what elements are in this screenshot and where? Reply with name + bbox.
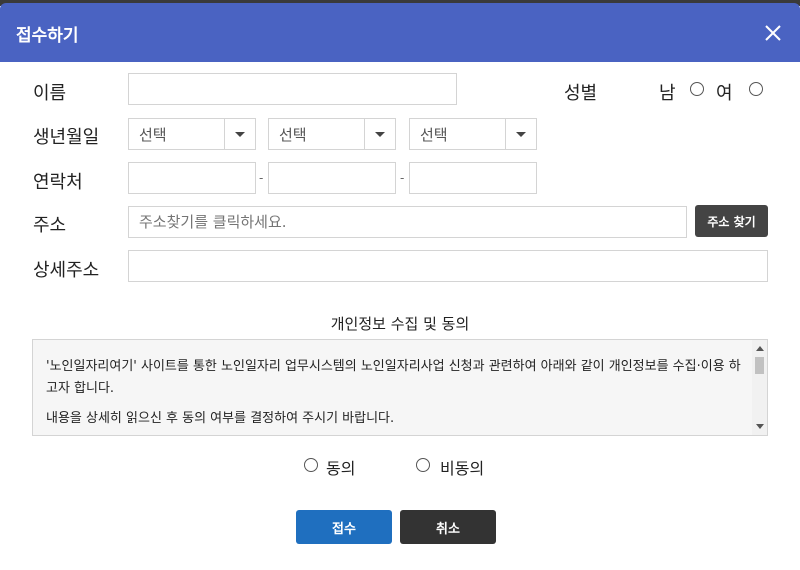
name-label: 이름 (33, 83, 67, 104)
close-icon[interactable] (762, 22, 784, 44)
privacy-text: '노인일자리여기' 사이트를 통한 노인일자리 업무시스템의 노인일자리사업 신… (46, 356, 746, 435)
find-address-button[interactable]: 주소 찾기 (695, 205, 768, 237)
scroll-up-icon[interactable] (756, 346, 764, 351)
chevron-down-icon (516, 132, 526, 137)
gender-label: 성별 (564, 83, 598, 104)
disagree-radio[interactable] (416, 458, 430, 472)
privacy-scrollbar[interactable] (752, 340, 767, 435)
gender-female-label: 여 (716, 83, 733, 104)
birth-year-select[interactable]: 선택 (128, 118, 256, 150)
cancel-button[interactable]: 취소 (400, 510, 496, 544)
birth-year-value: 선택 (139, 126, 167, 144)
privacy-paragraph: '노인일자리여기' 사이트를 통한 노인일자리 업무시스템의 노인일자리사업 신… (46, 359, 741, 396)
application-dialog: 접수하기 이름 성별 남 여 생년월일 선택 선택 선택 연락처 - - 주소 … (0, 0, 800, 570)
phone-separator: - (259, 171, 264, 185)
privacy-title: 개인정보 수집 및 동의 (330, 315, 470, 333)
gender-male-radio[interactable] (690, 82, 704, 96)
dialog-header: 접수하기 (0, 3, 800, 62)
birth-day-dropdown[interactable] (505, 119, 536, 149)
birth-month-select[interactable]: 선택 (268, 118, 396, 150)
privacy-content[interactable]: '노인일자리여기' 사이트를 통한 노인일자리 업무시스템의 노인일자리사업 신… (32, 339, 768, 436)
birth-year-dropdown[interactable] (224, 119, 255, 149)
scroll-down-icon[interactable] (756, 424, 764, 429)
privacy-paragraph: 내용을 상세히 읽으신 후 동의 여부를 결정하여 주시기 바랍니다. (46, 411, 395, 426)
address-label: 주소 (33, 215, 67, 236)
gender-female-radio[interactable] (749, 82, 763, 96)
scroll-thumb[interactable] (755, 357, 764, 374)
detail-address-input[interactable] (128, 250, 768, 282)
birth-label: 생년월일 (33, 127, 100, 148)
agree-radio[interactable] (304, 458, 318, 472)
birth-month-value: 선택 (279, 126, 307, 144)
birth-day-value: 선택 (420, 126, 448, 144)
agree-label: 동의 (326, 459, 356, 478)
chevron-down-icon (235, 132, 245, 137)
phone-input-2[interactable] (268, 162, 396, 194)
birth-day-select[interactable]: 선택 (409, 118, 537, 150)
phone-input-1[interactable] (128, 162, 256, 194)
phone-separator: - (400, 171, 405, 185)
address-input[interactable] (128, 206, 687, 238)
phone-input-3[interactable] (409, 162, 537, 194)
dialog-title: 접수하기 (16, 26, 79, 46)
chevron-down-icon (375, 132, 385, 137)
phone-label: 연락처 (33, 172, 83, 193)
name-input[interactable] (128, 73, 457, 105)
disagree-label: 비동의 (440, 459, 485, 478)
detail-address-label: 상세주소 (33, 260, 100, 281)
gender-male-label: 남 (659, 83, 676, 104)
submit-button[interactable]: 접수 (296, 510, 392, 544)
birth-month-dropdown[interactable] (364, 119, 395, 149)
